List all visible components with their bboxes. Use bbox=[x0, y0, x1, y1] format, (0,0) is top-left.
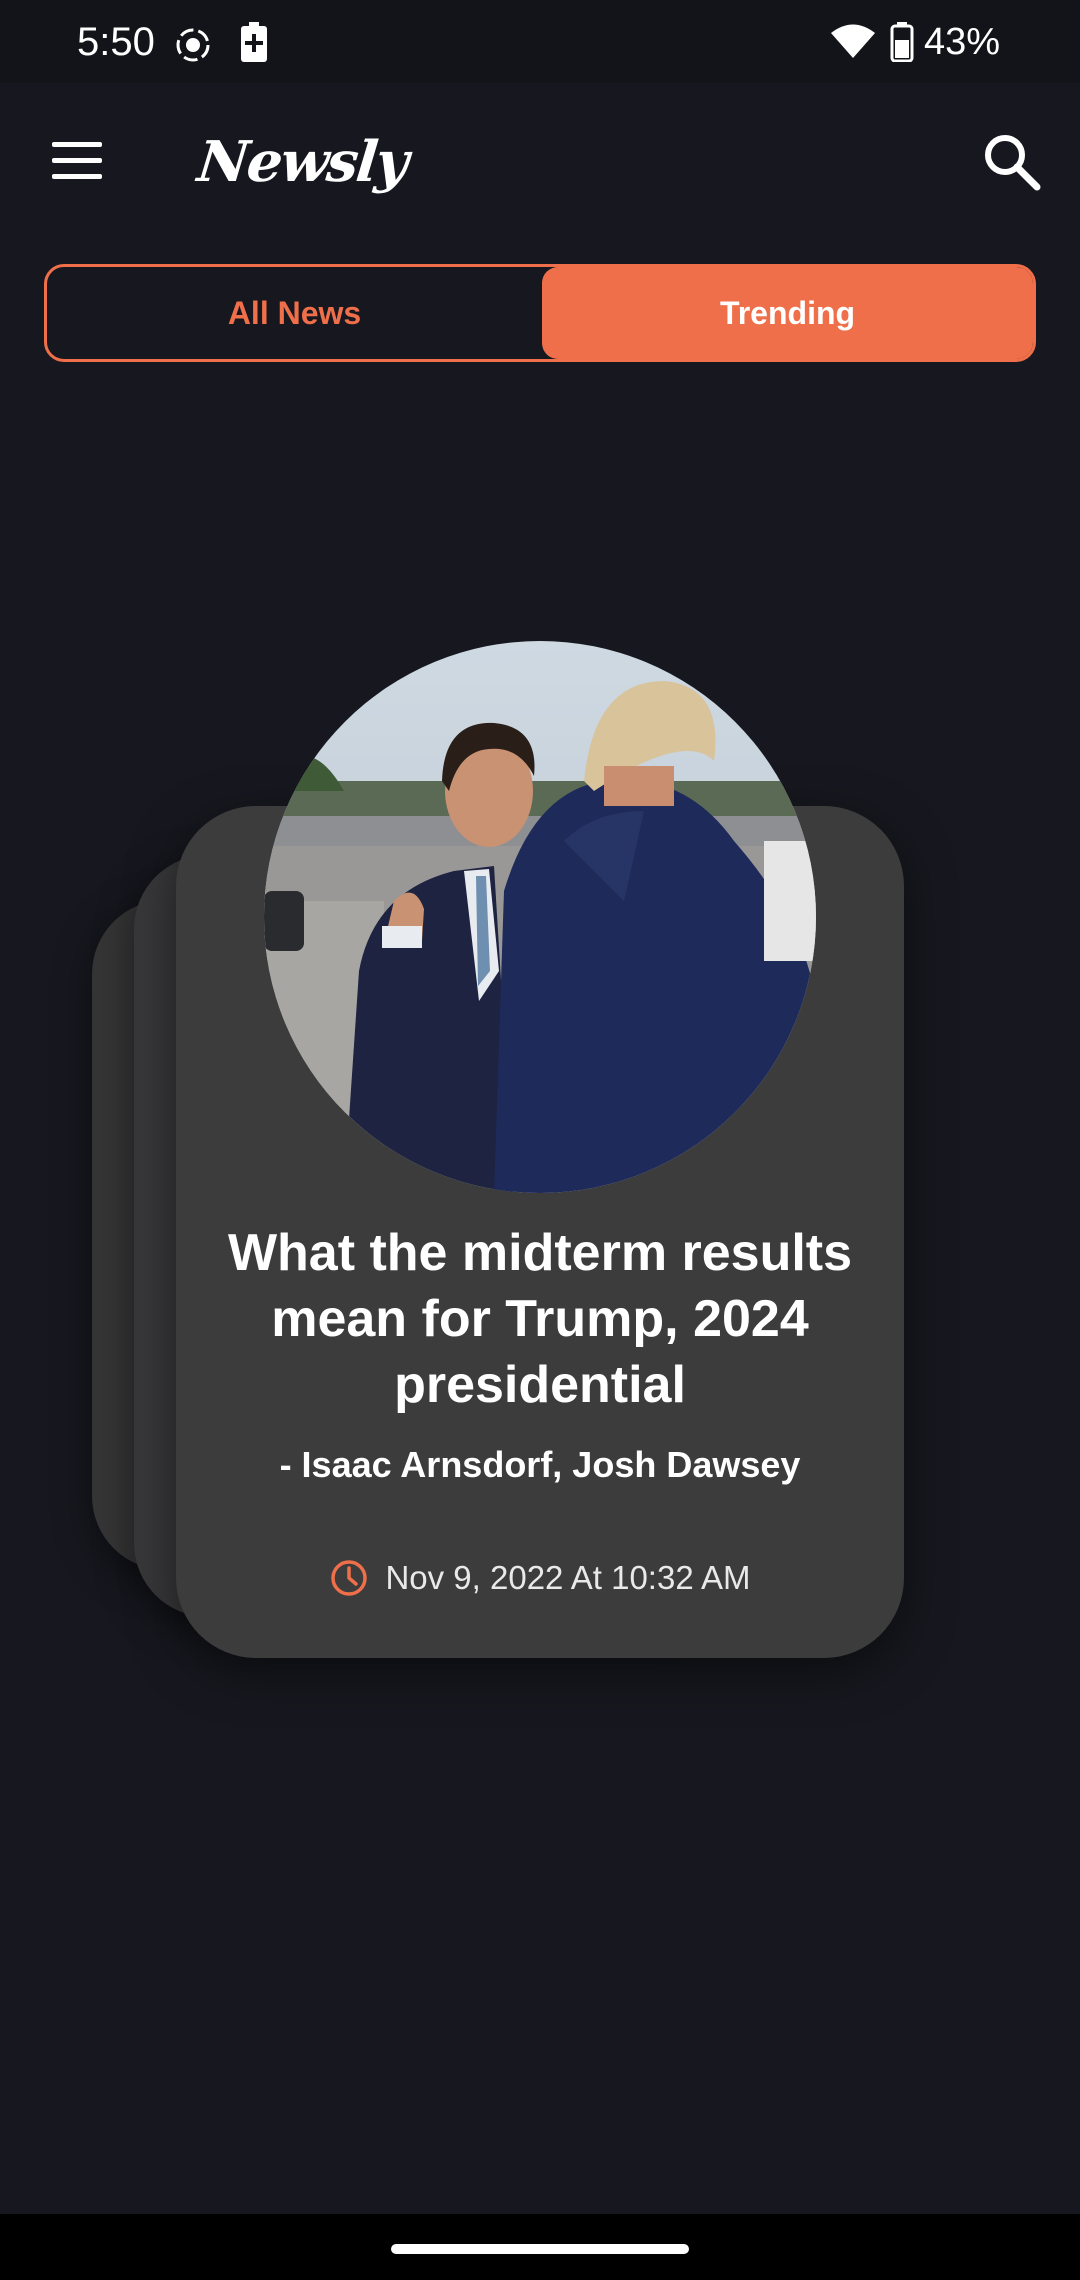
menu-icon-bar-top bbox=[52, 142, 102, 147]
search-button[interactable] bbox=[976, 126, 1048, 198]
article-image bbox=[264, 641, 816, 1193]
tab-trending[interactable]: Trending bbox=[542, 267, 1033, 359]
battery-icon bbox=[890, 22, 914, 67]
home-indicator[interactable] bbox=[391, 2244, 689, 2254]
app-title: Newsly bbox=[194, 129, 410, 195]
article-headline: What the midterm results mean for Trump,… bbox=[227, 1224, 853, 1414]
battery-saver-icon bbox=[240, 22, 268, 67]
clock-icon bbox=[331, 1560, 368, 1596]
menu-icon-bar-bottom bbox=[52, 174, 102, 179]
article-date: Nov 9, 2022 At 10:32 AM bbox=[385, 1559, 751, 1596]
battery-percentage: 43% bbox=[924, 21, 1001, 63]
status-time: 5:50 bbox=[77, 20, 155, 64]
menu-icon-bar-middle bbox=[52, 158, 102, 163]
screen-record-icon bbox=[174, 26, 212, 69]
tab-all-news[interactable]: All News bbox=[47, 267, 542, 359]
menu-button[interactable] bbox=[40, 130, 114, 190]
article-date-row: Nov 9, 2022 At 10:32 AM bbox=[200, 1556, 880, 1600]
system-nav-bar bbox=[0, 2214, 1080, 2280]
search-icon bbox=[985, 135, 1041, 191]
article-authors: - Isaac Arnsdorf, Josh Dawsey bbox=[279, 1444, 801, 1485]
status-bar: 5:50 43% bbox=[0, 0, 1080, 83]
wifi-icon bbox=[830, 24, 876, 65]
news-filter-toggle: All News Trending bbox=[44, 264, 1036, 362]
